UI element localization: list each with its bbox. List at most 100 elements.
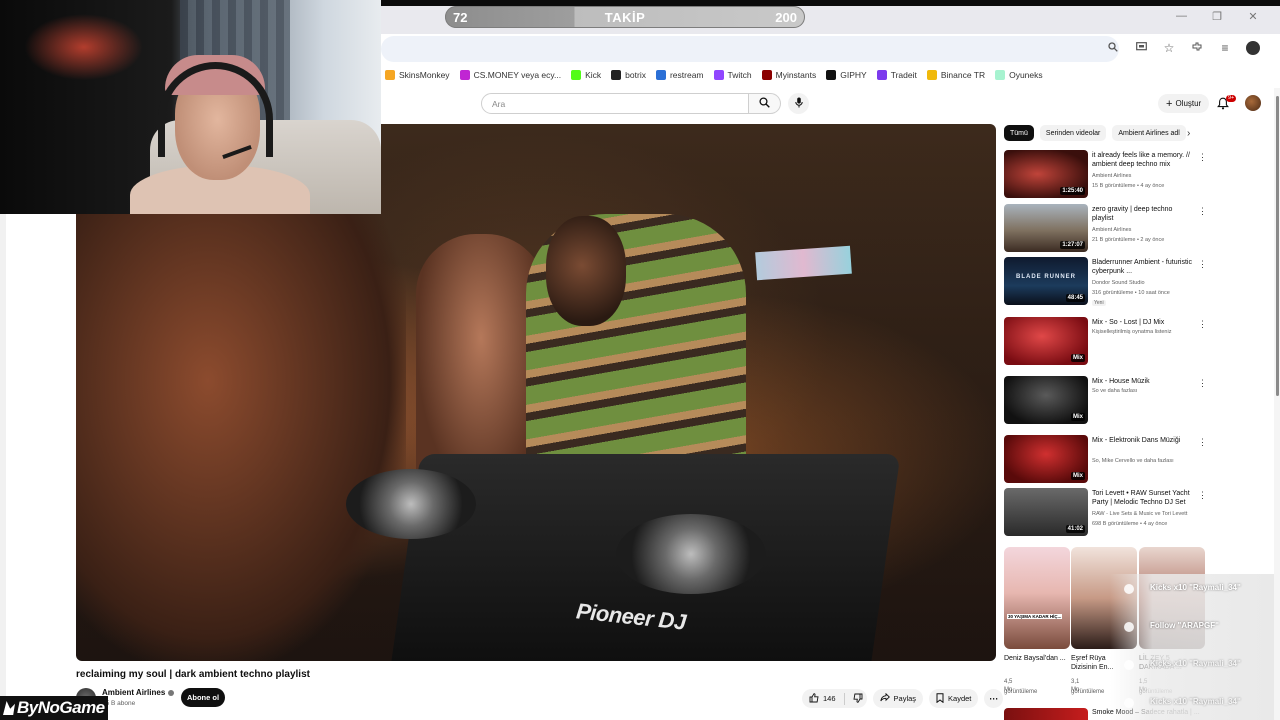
share-label: Paylaş xyxy=(893,694,917,703)
related-video-title[interactable]: Mix - House Müzik xyxy=(1092,377,1192,386)
related-video-title[interactable]: Bladerrunner Ambient - futuristic cyberp… xyxy=(1092,258,1192,276)
filter-chip[interactable]: Tümü xyxy=(1004,125,1034,141)
related-video-title[interactable]: it already feels like a memory. // ambie… xyxy=(1092,151,1192,169)
webcam-overlay xyxy=(0,0,381,214)
kick-icon xyxy=(1124,584,1134,594)
search-input[interactable]: Ara xyxy=(481,93,749,114)
filter-chip[interactable]: Ambient Airlines adl xyxy=(1112,125,1186,141)
bookmarks-bar: SkinsMonkey CS.MONEY veya ecy... Kick botri… xyxy=(381,64,1280,86)
related-video-channel[interactable]: Dondor Sound Studio xyxy=(1092,280,1145,286)
related-video-item[interactable]: Mix Mix - Elektronik Dans Müziği So, Mike … xyxy=(1004,435,1214,487)
share-icon xyxy=(879,692,890,704)
channel-name[interactable]: Ambient Airlines xyxy=(102,688,175,697)
video-thumbnail[interactable]: Mix xyxy=(1004,376,1088,424)
video-thumbnail[interactable]: BLADE RUNNER 48:45 xyxy=(1004,257,1088,305)
duration-badge: Mix xyxy=(1070,472,1085,480)
related-video-title[interactable]: Tori Levett • RAW Sunset Yacht Party | M… xyxy=(1092,489,1192,507)
related-thumb[interactable] xyxy=(1004,708,1088,720)
video-actions: 146 Paylaş Kaydet ··· xyxy=(802,689,1004,708)
more-vert-icon[interactable]: ⋮ xyxy=(1198,206,1207,217)
related-video-channel[interactable]: Kişiselleştirilmiş oynatma listeniz xyxy=(1092,329,1171,335)
puzzle-icon[interactable] xyxy=(1190,41,1204,55)
video-scene-deck xyxy=(346,469,476,539)
bookmark-item[interactable]: SkinsMonkey xyxy=(385,70,450,80)
related-video-channel[interactable]: RAW - Live Sets & Music ve Tori Levett xyxy=(1092,511,1187,517)
bookmark-label: Twitch xyxy=(727,70,752,80)
bookmark-item[interactable]: Myinstants xyxy=(761,70,817,80)
share-button[interactable]: Paylaş xyxy=(872,689,924,708)
create-button[interactable]: + Oluştur xyxy=(1158,94,1210,113)
more-vert-icon[interactable]: ⋮ xyxy=(1198,259,1207,270)
video-thumbnail[interactable]: Mix xyxy=(1004,435,1088,483)
logo-icon xyxy=(3,701,15,715)
filter-chip[interactable]: Serinden videolar xyxy=(1039,125,1107,141)
related-video-meta: 21 B görüntüleme • 2 ay önce xyxy=(1092,237,1165,243)
address-bar[interactable] xyxy=(381,36,1119,62)
duration-badge: 48:45 xyxy=(1065,294,1085,302)
menu-dots-icon[interactable]: ⋮ xyxy=(1274,41,1280,55)
more-vert-icon[interactable]: ⋮ xyxy=(1198,378,1207,389)
more-vert-icon[interactable]: ⋮ xyxy=(1198,319,1207,330)
related-video-title[interactable]: Mix - So - Lost | DJ Mix xyxy=(1092,318,1192,327)
bookmark-favicon-icon xyxy=(713,70,724,80)
video-thumbnail[interactable]: 1:25:40 xyxy=(1004,150,1088,198)
bookmark-item[interactable]: Kick xyxy=(571,70,601,80)
minimize-icon[interactable]: — xyxy=(1176,10,1187,23)
bookmark-label: Myinstants xyxy=(775,70,817,80)
bookmark-favicon-icon xyxy=(571,70,582,80)
related-video-item[interactable]: 1:27:07 zero gravity | deep techno playli… xyxy=(1004,204,1214,256)
short-views-label: görüntüleme xyxy=(1071,689,1105,695)
related-video-item[interactable]: Mix Mix - So - Lost | DJ Mix Kişiselleştir… xyxy=(1004,317,1214,369)
chevron-right-icon[interactable]: › xyxy=(1187,128,1190,139)
related-video-title[interactable]: zero gravity | deep techno playlist xyxy=(1092,205,1192,223)
more-actions-button[interactable]: ··· xyxy=(984,689,1004,708)
more-vert-icon[interactable]: ⋮ xyxy=(1198,152,1207,163)
short-title[interactable]: Deniz Baysal'dan ... xyxy=(1004,654,1066,663)
profile-avatar-icon[interactable] xyxy=(1246,41,1260,55)
related-video-channel[interactable]: Ambient Airlines xyxy=(1092,173,1131,179)
video-thumbnail[interactable]: 1:27:07 xyxy=(1004,204,1088,252)
screen: 72 TAKİP 200 — ❐ ✕ ☆ ≡ ⋮ SkinsMonkey CS.M… xyxy=(0,0,1280,720)
bookmark-item[interactable]: CS.MONEY veya ecy... xyxy=(459,70,561,80)
more-vert-icon[interactable]: ⋮ xyxy=(1198,490,1207,501)
related-video-item[interactable]: 41:02 Tori Levett • RAW Sunset Yacht Part… xyxy=(1004,488,1214,540)
bookmark-item[interactable]: restream xyxy=(655,70,704,80)
bookmark-item[interactable]: botrix xyxy=(611,70,646,80)
bookmark-item[interactable]: Binance TR xyxy=(926,70,985,80)
related-video-channel[interactable]: So ve daha fazlası xyxy=(1092,388,1137,394)
bookmark-item[interactable]: Oyuneks xyxy=(995,70,1043,80)
related-video-channel[interactable]: So, Mike Cervello ve daha fazlası xyxy=(1092,458,1174,464)
related-video-item[interactable]: BLADE RUNNER 48:45 Bladerrunner Ambient - … xyxy=(1004,257,1214,309)
thumbs-down-icon[interactable] xyxy=(852,693,863,705)
related-video-channel[interactable]: Ambient Airlines xyxy=(1092,227,1131,233)
related-video-item[interactable]: 1:25:40 it already feels like a memory. /… xyxy=(1004,150,1214,202)
close-icon[interactable]: ✕ xyxy=(1248,10,1258,23)
bookmark-label: Tradeit xyxy=(890,70,917,80)
follow-goal-bar: 72 TAKİP 200 xyxy=(445,6,805,28)
more-vert-icon[interactable]: ⋮ xyxy=(1198,437,1207,448)
star-icon[interactable]: ☆ xyxy=(1162,41,1176,55)
bookmark-item[interactable]: GIPHY xyxy=(826,70,867,80)
duration-badge: 1:27:07 xyxy=(1060,241,1085,249)
media-queue-icon[interactable]: ≡ xyxy=(1218,41,1232,55)
cast-icon[interactable] xyxy=(1134,41,1148,55)
bookmark-label: SkinsMonkey xyxy=(399,70,450,80)
short-thumbnail[interactable]: 30 YAŞIMA KADAR HİÇ... xyxy=(1004,547,1070,649)
video-thumbnail[interactable]: Mix xyxy=(1004,317,1088,365)
restore-icon[interactable]: ❐ xyxy=(1212,10,1222,23)
search-icon xyxy=(759,95,770,113)
subscribe-button[interactable]: Abone ol xyxy=(181,688,225,707)
account-avatar[interactable] xyxy=(1245,95,1261,111)
stream-alert: Kicks x10 "Raymali_34" xyxy=(1150,659,1241,668)
related-video-item[interactable]: Mix Mix - House Müzik So ve daha fazlası ⋮ xyxy=(1004,376,1214,428)
search-button[interactable] xyxy=(749,93,781,114)
bookmark-item[interactable]: Tradeit xyxy=(876,70,917,80)
related-video-title[interactable]: Mix - Elektronik Dans Müziği xyxy=(1092,436,1192,445)
video-thumbnail[interactable]: 41:02 xyxy=(1004,488,1088,536)
save-button[interactable]: Kaydet xyxy=(929,689,979,708)
bookmark-item[interactable]: Twitch xyxy=(713,70,752,80)
like-button[interactable]: 146 xyxy=(809,692,836,705)
zoom-icon[interactable] xyxy=(1106,41,1120,55)
scrollbar-thumb[interactable] xyxy=(1276,96,1279,396)
voice-search-button[interactable] xyxy=(788,93,809,114)
